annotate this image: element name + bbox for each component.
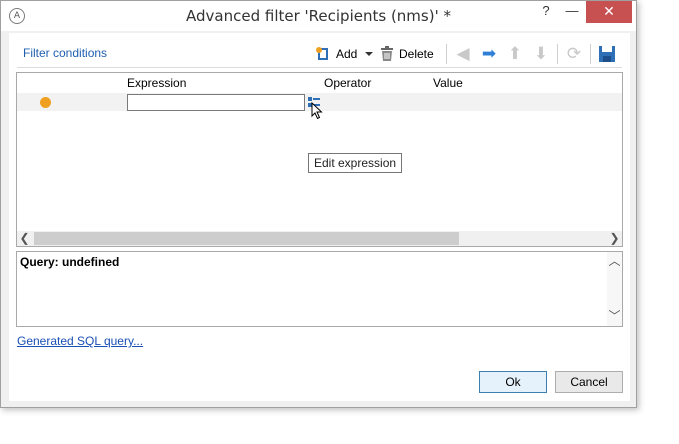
- expression-input[interactable]: [127, 94, 305, 111]
- save-icon[interactable]: [597, 44, 617, 64]
- arrow-up-icon[interactable]: ⬆: [505, 44, 525, 64]
- query-panel: Query: undefined ︿ ﹀: [16, 251, 623, 327]
- scroll-down-icon[interactable]: ﹀: [607, 309, 622, 324]
- generated-sql-link[interactable]: Generated SQL query...: [17, 334, 143, 348]
- close-button[interactable]: ✕: [586, 1, 632, 23]
- column-header-expression[interactable]: Expression: [127, 76, 186, 90]
- delete-icon: [381, 46, 393, 61]
- arrow-right-icon[interactable]: ➡: [479, 44, 499, 64]
- delete-button[interactable]: Delete: [380, 44, 434, 64]
- refresh-icon[interactable]: ⟳: [564, 44, 584, 64]
- column-header-value[interactable]: Value: [433, 76, 463, 90]
- scrollbar-thumb[interactable]: [34, 232, 459, 245]
- title-bar[interactable]: A Advanced filter 'Recipients (nms)' * ?…: [1, 1, 636, 31]
- scroll-up-icon[interactable]: ︿: [607, 254, 622, 269]
- column-header-operator[interactable]: Operator: [324, 76, 371, 90]
- add-button[interactable]: Add: [315, 44, 375, 64]
- filter-toolbar: Filter conditions Add Delete ◀ ➡ ⬆ ⬇ ⟳: [17, 41, 622, 68]
- vertical-scrollbar[interactable]: ︿ ﹀: [607, 252, 622, 326]
- horizontal-scrollbar[interactable]: ❮ ❯: [17, 231, 622, 246]
- add-label: Add: [336, 47, 358, 61]
- toolbar-separator: [557, 44, 558, 64]
- query-text: Query: undefined: [20, 255, 120, 269]
- section-title: Filter conditions: [23, 46, 108, 60]
- delete-label: Delete: [399, 47, 434, 61]
- scroll-right-icon[interactable]: ❯: [607, 231, 622, 246]
- toolbar-separator: [446, 44, 447, 64]
- minimize-button[interactable]: —: [559, 1, 585, 23]
- dialog-body: Filter conditions Add Delete ◀ ➡ ⬆ ⬇ ⟳ E…: [9, 33, 630, 401]
- row-status-icon: [40, 97, 51, 108]
- ok-button[interactable]: Ok: [479, 371, 547, 393]
- mouse-pointer-icon: [311, 102, 323, 120]
- arrow-down-icon[interactable]: ⬇: [531, 44, 551, 64]
- table-row[interactable]: [17, 93, 622, 120]
- add-icon: [316, 47, 328, 60]
- edit-expression-tooltip: Edit expression: [308, 153, 403, 173]
- advanced-filter-window: A Advanced filter 'Recipients (nms)' * ?…: [0, 0, 637, 408]
- grid-header: Expression Operator Value: [17, 73, 622, 93]
- cancel-button[interactable]: Cancel: [555, 371, 623, 393]
- arrow-left-icon[interactable]: ◀: [453, 44, 473, 64]
- scroll-left-icon[interactable]: ❮: [17, 231, 32, 246]
- help-button[interactable]: ?: [533, 1, 559, 23]
- toolbar-separator: [590, 44, 591, 64]
- dropdown-arrow-icon[interactable]: [363, 46, 375, 62]
